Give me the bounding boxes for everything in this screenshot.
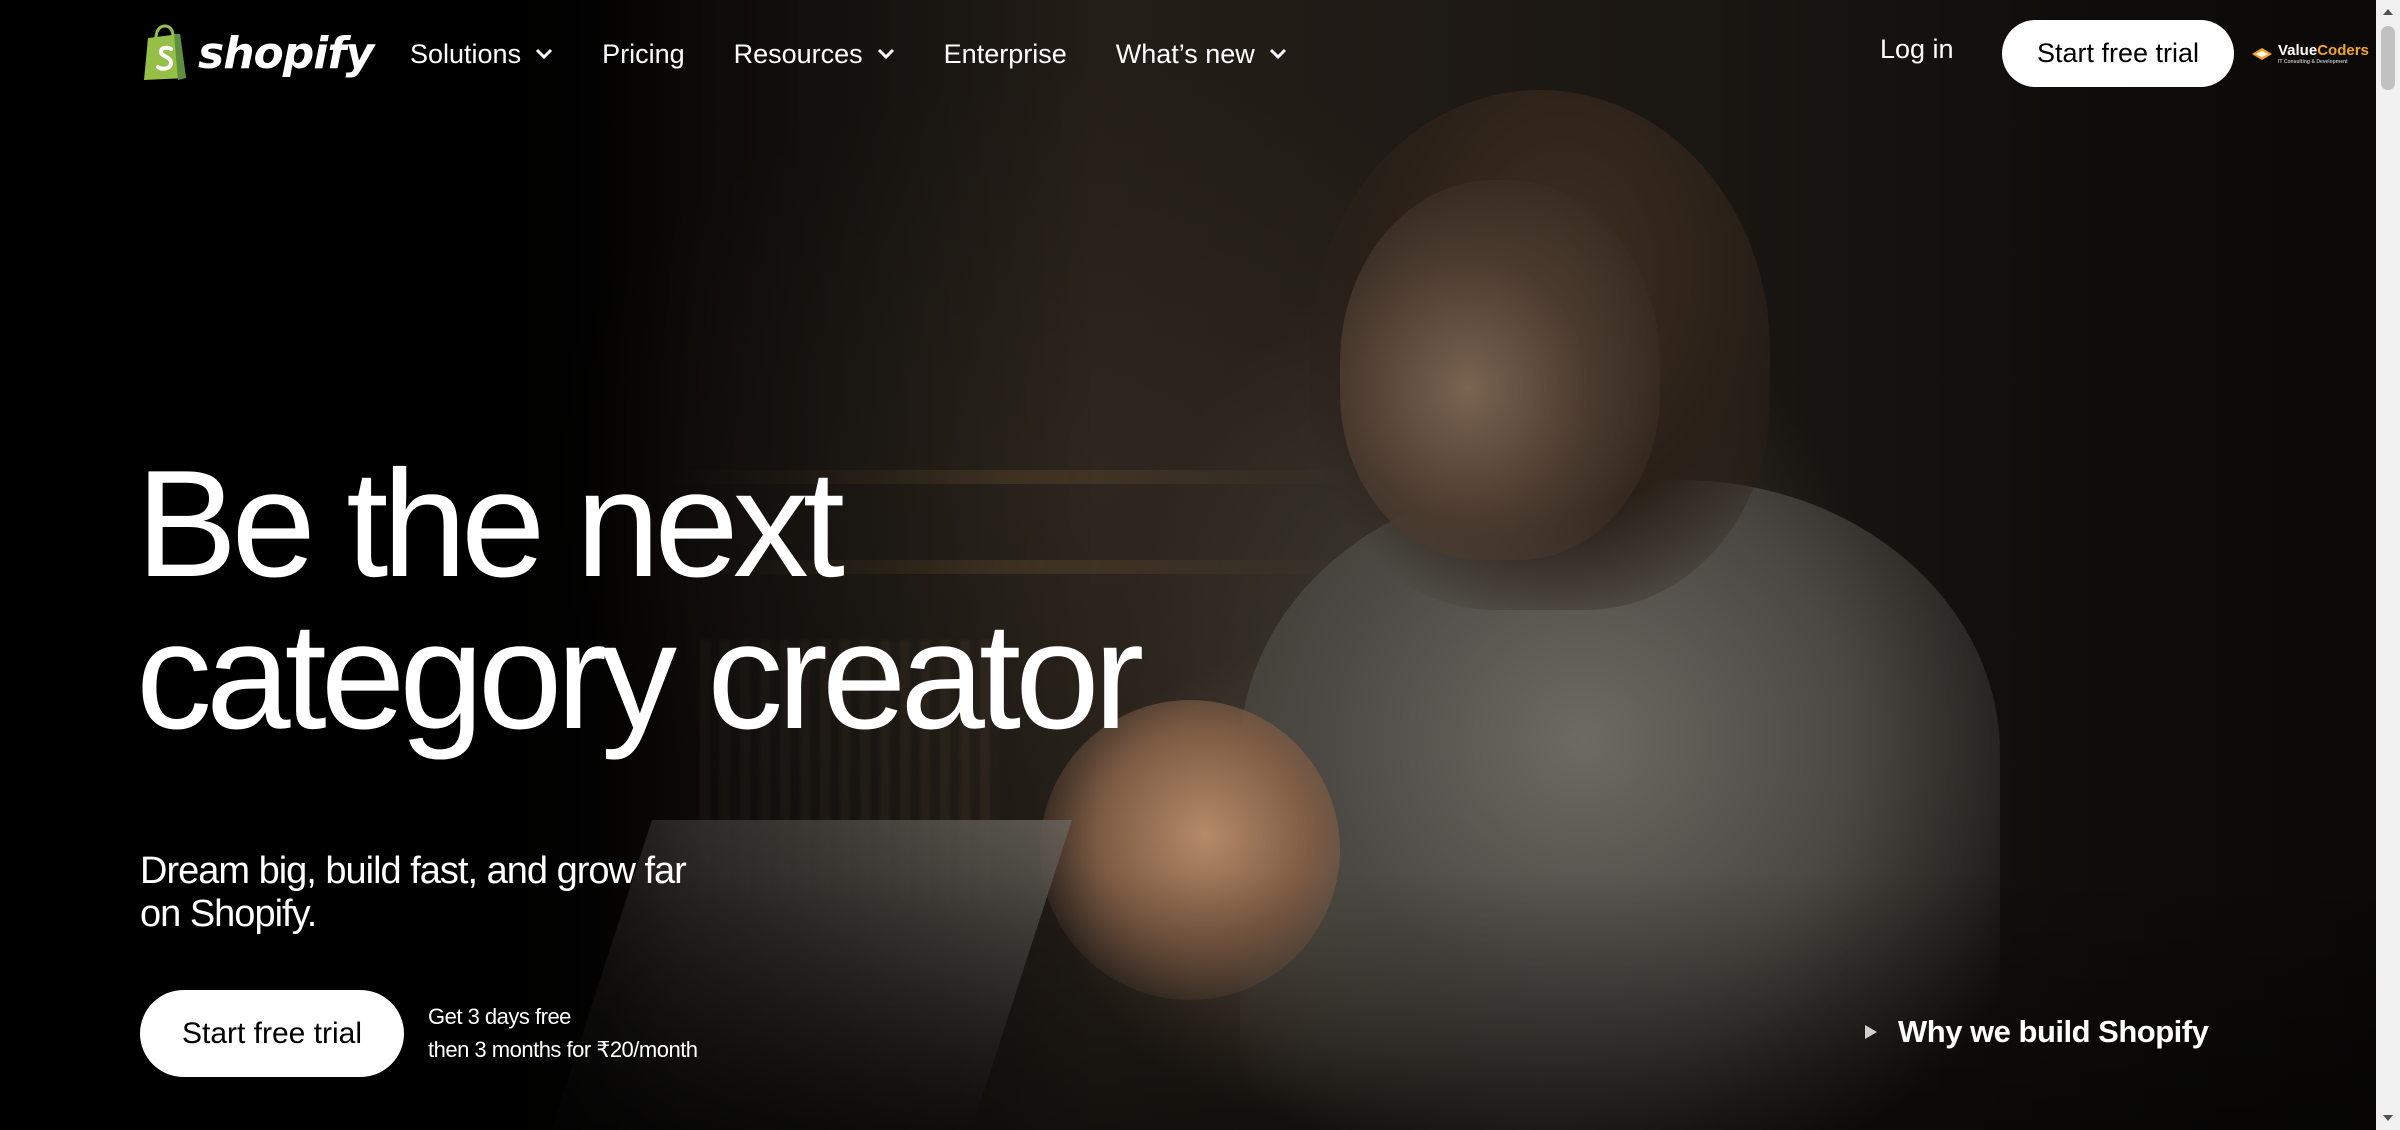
login-link[interactable]: Log in [1880, 34, 1954, 65]
trial-offer-text: Get 3 days free then 3 months for ₹20/mo… [428, 1000, 698, 1066]
hero-headline-line2: category creator [136, 591, 1144, 761]
nav-item-enterprise[interactable]: Enterprise [944, 39, 1067, 70]
valuecoders-part1: Value [2278, 42, 2318, 59]
nav-item-label: Pricing [602, 38, 685, 69]
site-header: shopify Solutions Pricing Resources Ente… [0, 0, 2376, 108]
scroll-up-icon[interactable] [2376, 0, 2400, 24]
scrollbar-thumb[interactable] [2381, 26, 2395, 90]
valuecoders-icon [2252, 48, 2272, 60]
chevron-down-icon [536, 48, 553, 60]
background-person-face [1340, 180, 1660, 560]
valuecoders-tagline: IT Consulting & Development [2278, 59, 2348, 65]
hero-headline-line1: Be the next [136, 439, 845, 609]
shopify-logo[interactable]: shopify [140, 24, 374, 82]
nav-item-label: Resources [733, 38, 863, 69]
play-icon [1865, 1025, 1877, 1039]
valuecoders-wordmark: ValueCoders IT Consulting & Development [2278, 43, 2369, 65]
nav-item-whats-new[interactable]: What’s new [1116, 39, 1287, 70]
valuecoders-part2: Coders [2317, 42, 2369, 59]
chevron-down-icon [877, 48, 894, 60]
chevron-down-icon [1269, 48, 1286, 60]
nav-item-solutions[interactable]: Solutions [410, 39, 553, 70]
shopify-bag-icon [144, 24, 186, 80]
nav-item-label: Solutions [410, 38, 522, 69]
scroll-down-icon[interactable] [2376, 1106, 2400, 1130]
trial-offer-line2: then 3 months for ₹20/month [428, 1037, 698, 1062]
nav-item-resources[interactable]: Resources [734, 39, 895, 70]
hero-start-trial-button[interactable]: Start free trial [140, 990, 404, 1077]
trial-offer-line1: Get 3 days free [428, 1004, 571, 1029]
header-start-trial-button[interactable]: Start free trial [2002, 20, 2234, 87]
why-we-build-video-button[interactable]: Why we build Shopify [1864, 1014, 2209, 1050]
why-we-build-label: Why we build Shopify [1898, 1014, 2209, 1049]
hero-subheading: Dream big, build fast, and grow far on S… [140, 850, 687, 935]
nav-item-label: Enterprise [943, 38, 1067, 69]
valuecoders-logo[interactable]: ValueCoders IT Consulting & Development [2250, 40, 2369, 68]
page-scrollbar[interactable] [2376, 0, 2400, 1130]
nav-item-label: What’s new [1115, 38, 1255, 69]
nav-item-pricing[interactable]: Pricing [602, 39, 685, 70]
hero-headline: Be the next category creator [136, 448, 1336, 752]
logo-wordmark: shopify [198, 27, 374, 79]
main-nav: Solutions Pricing Resources Enterprise W… [410, 30, 1336, 78]
